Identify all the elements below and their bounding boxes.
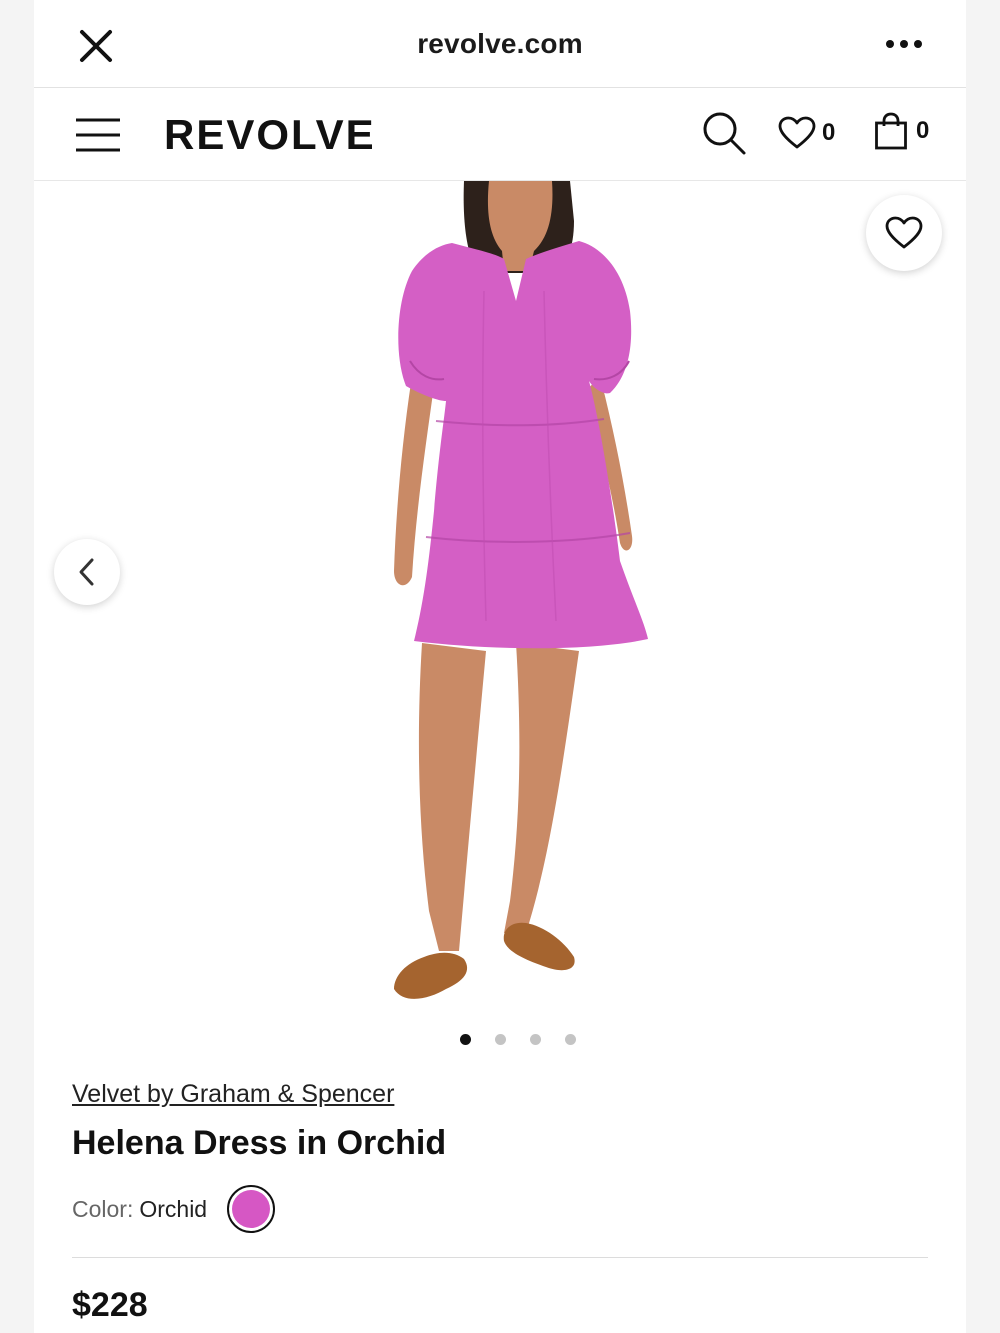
search-button[interactable]: [700, 109, 748, 157]
color-label: Color:: [72, 1195, 134, 1222]
menu-button[interactable]: [74, 115, 122, 155]
product-price: $228: [72, 1286, 148, 1324]
wishlist-button[interactable]: 0: [778, 113, 835, 153]
site-header: REVOLVE 0 0: [34, 89, 966, 181]
product-image-carousel[interactable]: [34, 181, 966, 1021]
product-page: revolve.com REVOLVE 0 0 Velvet by Graham…: [34, 0, 966, 1333]
color-swatch-orchid[interactable]: [227, 1185, 276, 1233]
add-to-favorites-button[interactable]: [866, 195, 942, 271]
carousel-dot[interactable]: [495, 1034, 506, 1045]
brand-link[interactable]: Velvet by Graham & Spencer: [72, 1080, 394, 1109]
more-options-icon: [886, 40, 922, 48]
color-selector: Color: Orchid: [72, 1184, 276, 1234]
divider: [72, 1257, 928, 1258]
carousel-indicator: [34, 1034, 966, 1048]
browser-bar: revolve.com: [34, 0, 966, 88]
color-value: Orchid: [139, 1195, 208, 1222]
chevron-left-icon: [79, 558, 94, 586]
product-title: Helena Dress in Orchid: [72, 1124, 447, 1162]
more-options-button[interactable]: [878, 26, 930, 62]
swatch-fill: [232, 1190, 271, 1228]
revolve-logo[interactable]: REVOLVE: [164, 111, 376, 159]
previous-image-button[interactable]: [54, 539, 120, 605]
heart-icon: [885, 216, 923, 249]
shopping-bag-icon: [875, 112, 907, 150]
bag-count: 0: [916, 117, 930, 144]
browser-url: revolve.com: [417, 28, 583, 59]
search-icon: [703, 112, 746, 155]
shopping-bag-button[interactable]: 0: [874, 111, 929, 151]
hamburger-menu-icon: [76, 118, 120, 152]
carousel-dot[interactable]: [530, 1034, 541, 1045]
product-photo: [394, 181, 648, 999]
carousel-dot[interactable]: [565, 1034, 576, 1045]
wishlist-count: 0: [822, 119, 836, 146]
heart-icon: [778, 116, 816, 149]
carousel-dot[interactable]: [460, 1034, 471, 1045]
